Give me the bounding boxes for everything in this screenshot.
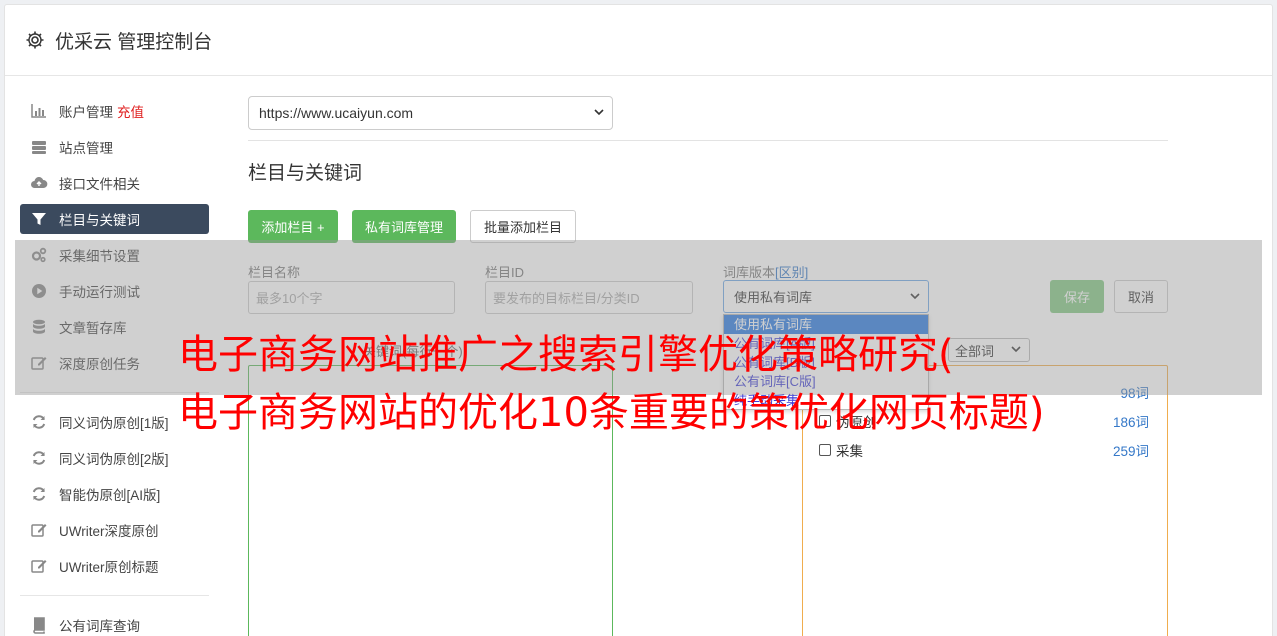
batch-add-button[interactable]: 批量添加栏目 (470, 210, 576, 243)
sidebar-item-label: UWriter原创标题 (59, 560, 159, 575)
sidebar-item-label: 栏目与关键词 (59, 213, 140, 228)
checkbox[interactable] (819, 444, 831, 456)
add-column-button[interactable]: 添加栏目 + (248, 210, 338, 243)
sidebar-item-uwriter-deep[interactable]: UWriter深度原创 (20, 515, 209, 545)
overlay-headline-2: 电子商务网站的优化10条重要的策优化网页标题) (178, 390, 1045, 436)
private-lib-button[interactable]: 私有词库管理 (352, 210, 456, 243)
divider (248, 140, 1168, 141)
sidebar-item-label: 智能伪原创[AI版] (59, 488, 161, 503)
gear-icon (26, 31, 44, 49)
section-title: 栏目与关键词 (248, 163, 363, 184)
bar-chart-icon (31, 104, 46, 118)
top-bar: 优采云 管理控制台 (5, 5, 1272, 76)
refresh-icon (32, 451, 46, 465)
sidebar-divider (20, 595, 209, 596)
keyword-count: 259词 (1112, 444, 1149, 459)
app-title: 优采云 管理控制台 (55, 31, 213, 53)
sidebar-item-account[interactable]: 账户管理 充值 (20, 96, 209, 126)
sidebar-item-columns-keywords[interactable]: 栏目与关键词 (20, 204, 209, 234)
site-select-value: https://www.ucaiyun.com (259, 105, 414, 121)
sidebar-item-uwriter-title[interactable]: UWriter原创标题 (20, 551, 209, 581)
sidebar-item-sites[interactable]: 站点管理 (20, 132, 209, 162)
edit-icon (31, 524, 47, 537)
sidebar-item-public-lib[interactable]: 公有词库查询 (20, 610, 209, 636)
list-item[interactable]: 采集 259词 (819, 440, 1149, 460)
sidebar-item-label: 同义词伪原创[2版] (59, 452, 169, 467)
sidebar-item-label: 账户管理 (59, 105, 113, 120)
recharge-link[interactable]: 充值 (117, 101, 144, 121)
refresh-icon (32, 415, 46, 429)
book-icon (33, 617, 45, 634)
sidebar-item-synonym-v2[interactable]: 同义词伪原创[2版] (20, 443, 209, 473)
sidebar-item-label: 同义词伪原创[1版] (59, 416, 169, 431)
site-select[interactable]: https://www.ucaiyun.com (248, 96, 613, 130)
filter-icon (32, 213, 46, 225)
sidebar-item-label: 站点管理 (59, 141, 113, 156)
sidebar-item-label: 接口文件相关 (59, 177, 140, 192)
sidebar-item-interface[interactable]: 接口文件相关 (20, 168, 209, 198)
keyword-count: 186词 (1112, 415, 1149, 430)
chevron-down-icon (594, 109, 604, 116)
cloud-upload-icon (31, 177, 48, 188)
sidebar-item-label: UWriter深度原创 (59, 524, 159, 539)
sidebar-item-ai-rewrite[interactable]: 智能伪原创[AI版] (20, 479, 209, 509)
refresh-icon (32, 487, 46, 501)
sidebar-item-label: 公有词库查询 (59, 619, 140, 634)
overlay-headline-1: 电子商务网站推广之搜索引擎优化策略研究( (178, 332, 954, 378)
edit-icon (31, 560, 47, 573)
server-icon (32, 141, 46, 154)
